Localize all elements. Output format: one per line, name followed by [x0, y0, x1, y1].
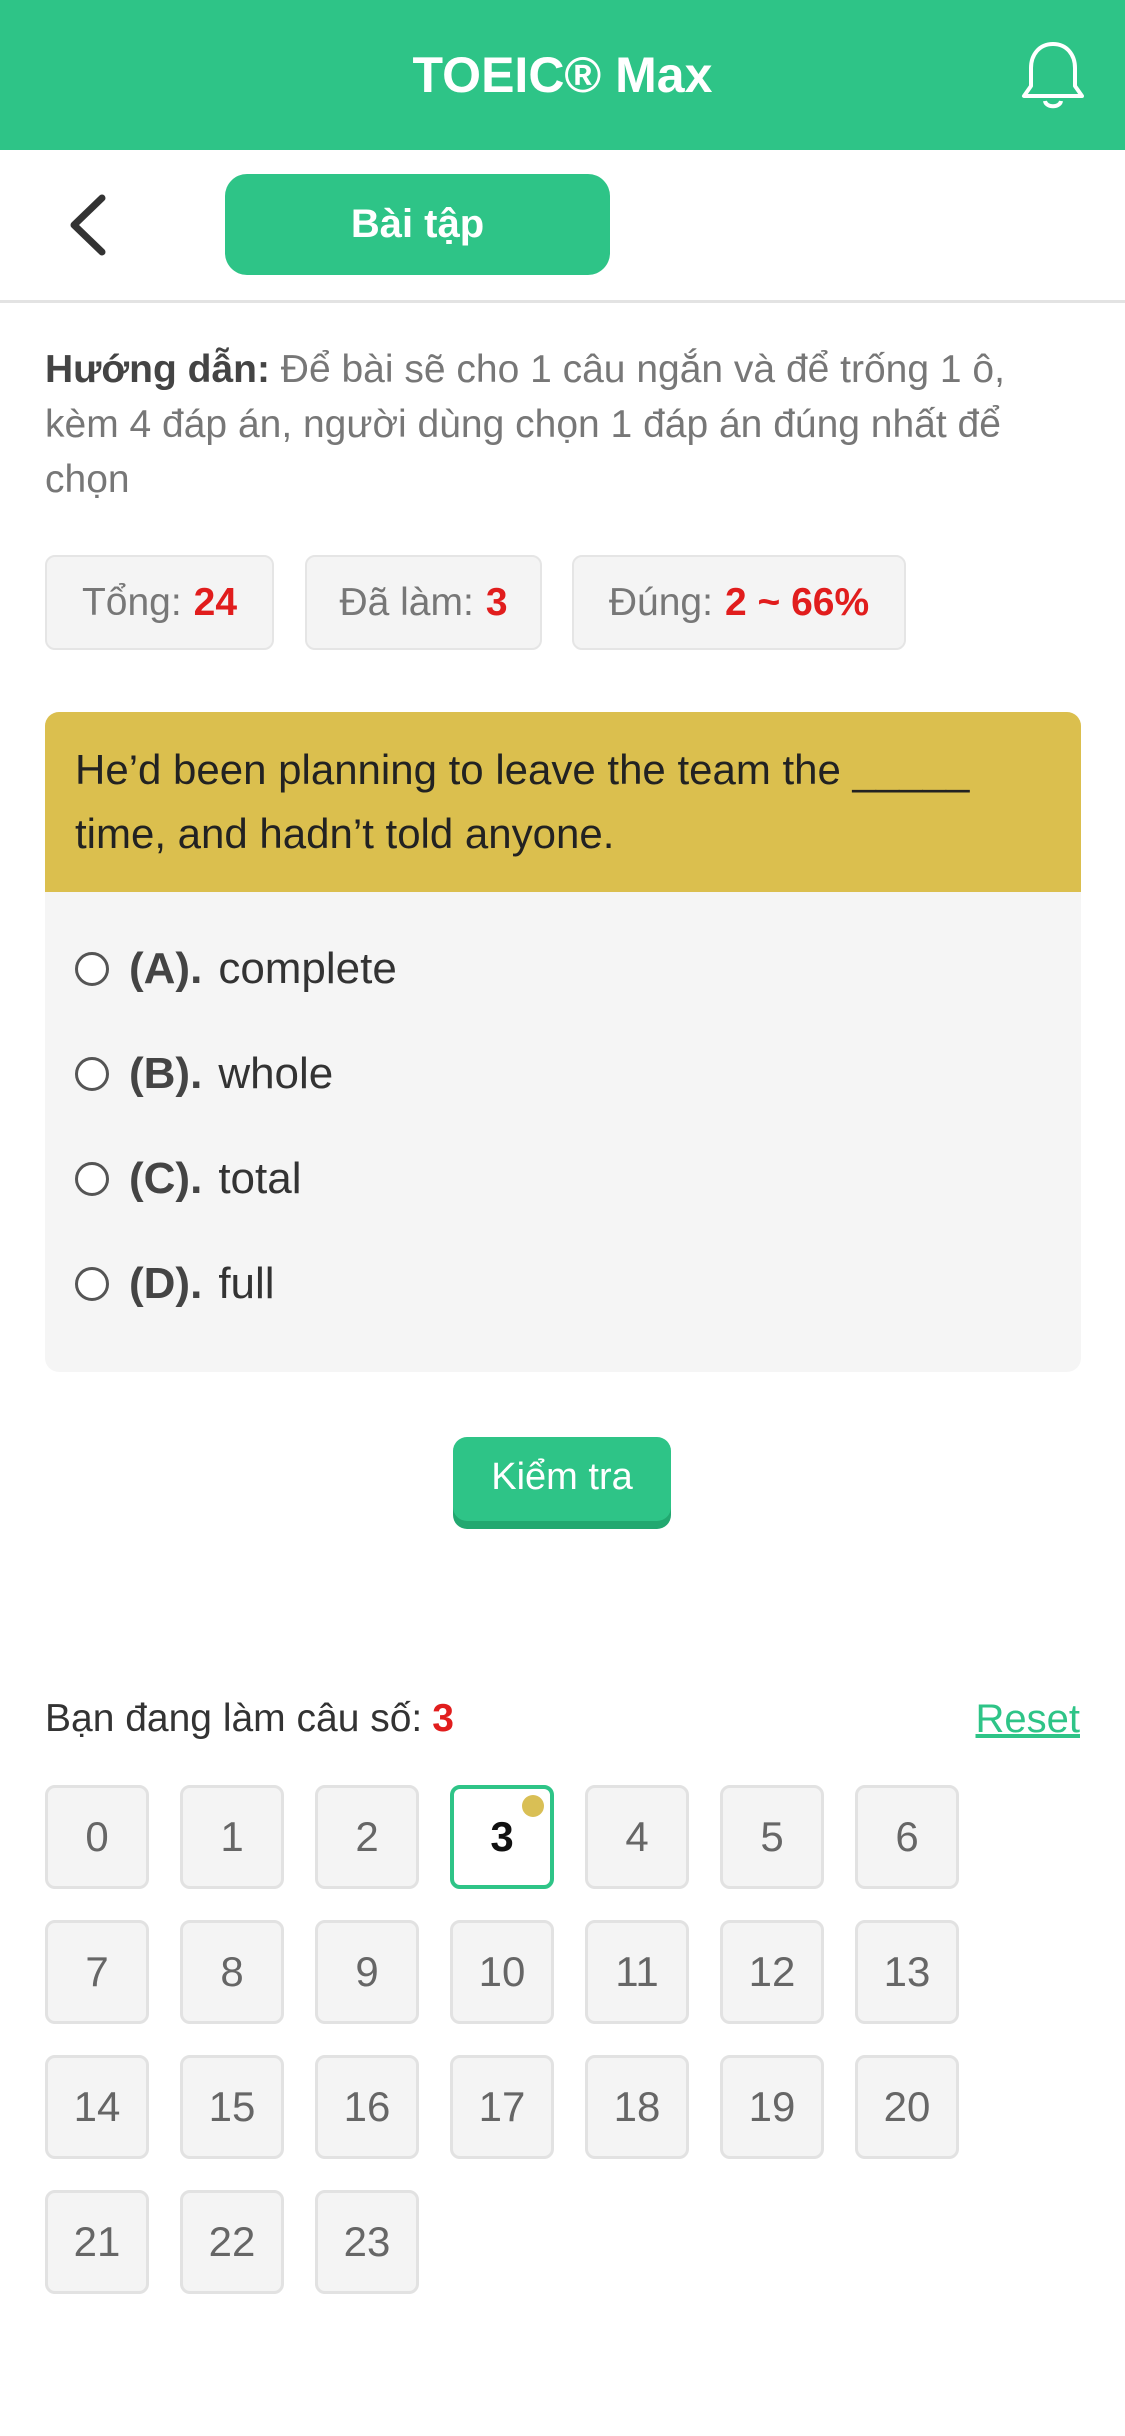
current-question-indicator: Bạn đang làm câu số: 3	[45, 1697, 454, 1741]
question-number-18[interactable]: 18	[585, 2055, 689, 2159]
option-key: (D).	[129, 1259, 203, 1308]
stat-correct: Đúng: 2 ~ 66%	[572, 555, 906, 650]
option-key: (A).	[129, 944, 203, 993]
question-number-16[interactable]: 16	[315, 2055, 419, 2159]
question-text: He’d been planning to leave the team the…	[45, 712, 1081, 892]
option-text: total	[218, 1154, 302, 1203]
question-card: He’d been planning to leave the team the…	[45, 712, 1081, 1372]
question-number-22[interactable]: 22	[180, 2190, 284, 2294]
question-number-15[interactable]: 15	[180, 2055, 284, 2159]
bell-icon[interactable]	[1019, 38, 1087, 112]
question-number-1[interactable]: 1	[180, 1785, 284, 1889]
instructions: Hướng dẫn: Để bài sẽ cho 1 câu ngắn và đ…	[45, 342, 1085, 507]
question-number-13[interactable]: 13	[855, 1920, 959, 2024]
app-header: TOEIC® Max	[0, 0, 1125, 150]
radio-icon[interactable]	[75, 1267, 109, 1301]
stat-done-value: 3	[485, 581, 508, 624]
option-text: whole	[218, 1049, 334, 1098]
option-d[interactable]: (D). full	[75, 1249, 275, 1319]
stat-total-label: Tổng:	[81, 581, 182, 624]
question-number-5[interactable]: 5	[720, 1785, 824, 1889]
app-title: TOEIC® Max	[412, 47, 713, 103]
question-number-10[interactable]: 10	[450, 1920, 554, 2024]
option-b[interactable]: (B). whole	[75, 1039, 333, 1109]
sub-navigation: Bài tập	[0, 150, 1125, 303]
check-button[interactable]: Kiểm tra	[453, 1437, 671, 1521]
stat-correct-label: Đúng:	[608, 581, 713, 624]
radio-icon[interactable]	[75, 1057, 109, 1091]
option-key: (C).	[129, 1154, 203, 1203]
radio-icon[interactable]	[75, 1162, 109, 1196]
question-number-3[interactable]: 3	[450, 1785, 554, 1889]
current-question-label: Bạn đang làm câu số:	[45, 1697, 423, 1740]
option-c[interactable]: (C). total	[75, 1144, 301, 1214]
current-question-number: 3	[432, 1697, 454, 1740]
back-chevron-icon[interactable]	[64, 192, 114, 258]
answered-marker-icon	[522, 1795, 544, 1817]
question-number-19[interactable]: 19	[720, 2055, 824, 2159]
question-number-14[interactable]: 14	[45, 2055, 149, 2159]
question-number-21[interactable]: 21	[45, 2190, 149, 2294]
question-number-8[interactable]: 8	[180, 1920, 284, 2024]
question-number-0[interactable]: 0	[45, 1785, 149, 1889]
tab-bai-tap[interactable]: Bài tập	[225, 174, 610, 275]
option-text: full	[218, 1259, 275, 1308]
stat-done: Đã làm: 3	[305, 555, 542, 650]
stat-correct-value: 2 ~ 66%	[724, 581, 870, 624]
question-number-9[interactable]: 9	[315, 1920, 419, 2024]
option-a[interactable]: (A). complete	[75, 934, 397, 1004]
stat-total: Tổng: 24	[45, 555, 274, 650]
option-key: (B).	[129, 1049, 203, 1098]
question-number-4[interactable]: 4	[585, 1785, 689, 1889]
question-number-grid: 0 1 2 3 4 5 6 7 8 9 10 11 12 13 14 15 16 17 18 19 20 21 22 23	[45, 1785, 1045, 2305]
question-number-6[interactable]: 6	[855, 1785, 959, 1889]
question-number-7[interactable]: 7	[45, 1920, 149, 2024]
question-number-23[interactable]: 23	[315, 2190, 419, 2294]
question-number-12[interactable]: 12	[720, 1920, 824, 2024]
instructions-label: Hướng dẫn:	[45, 348, 270, 391]
radio-icon[interactable]	[75, 952, 109, 986]
reset-link[interactable]: Reset	[976, 1697, 1081, 1742]
question-number-17[interactable]: 17	[450, 2055, 554, 2159]
question-number-2[interactable]: 2	[315, 1785, 419, 1889]
stat-total-value: 24	[193, 581, 238, 624]
stat-done-label: Đã làm:	[339, 581, 474, 624]
option-text: complete	[218, 944, 397, 993]
question-number-20[interactable]: 20	[855, 2055, 959, 2159]
question-number-11[interactable]: 11	[585, 1920, 689, 2024]
